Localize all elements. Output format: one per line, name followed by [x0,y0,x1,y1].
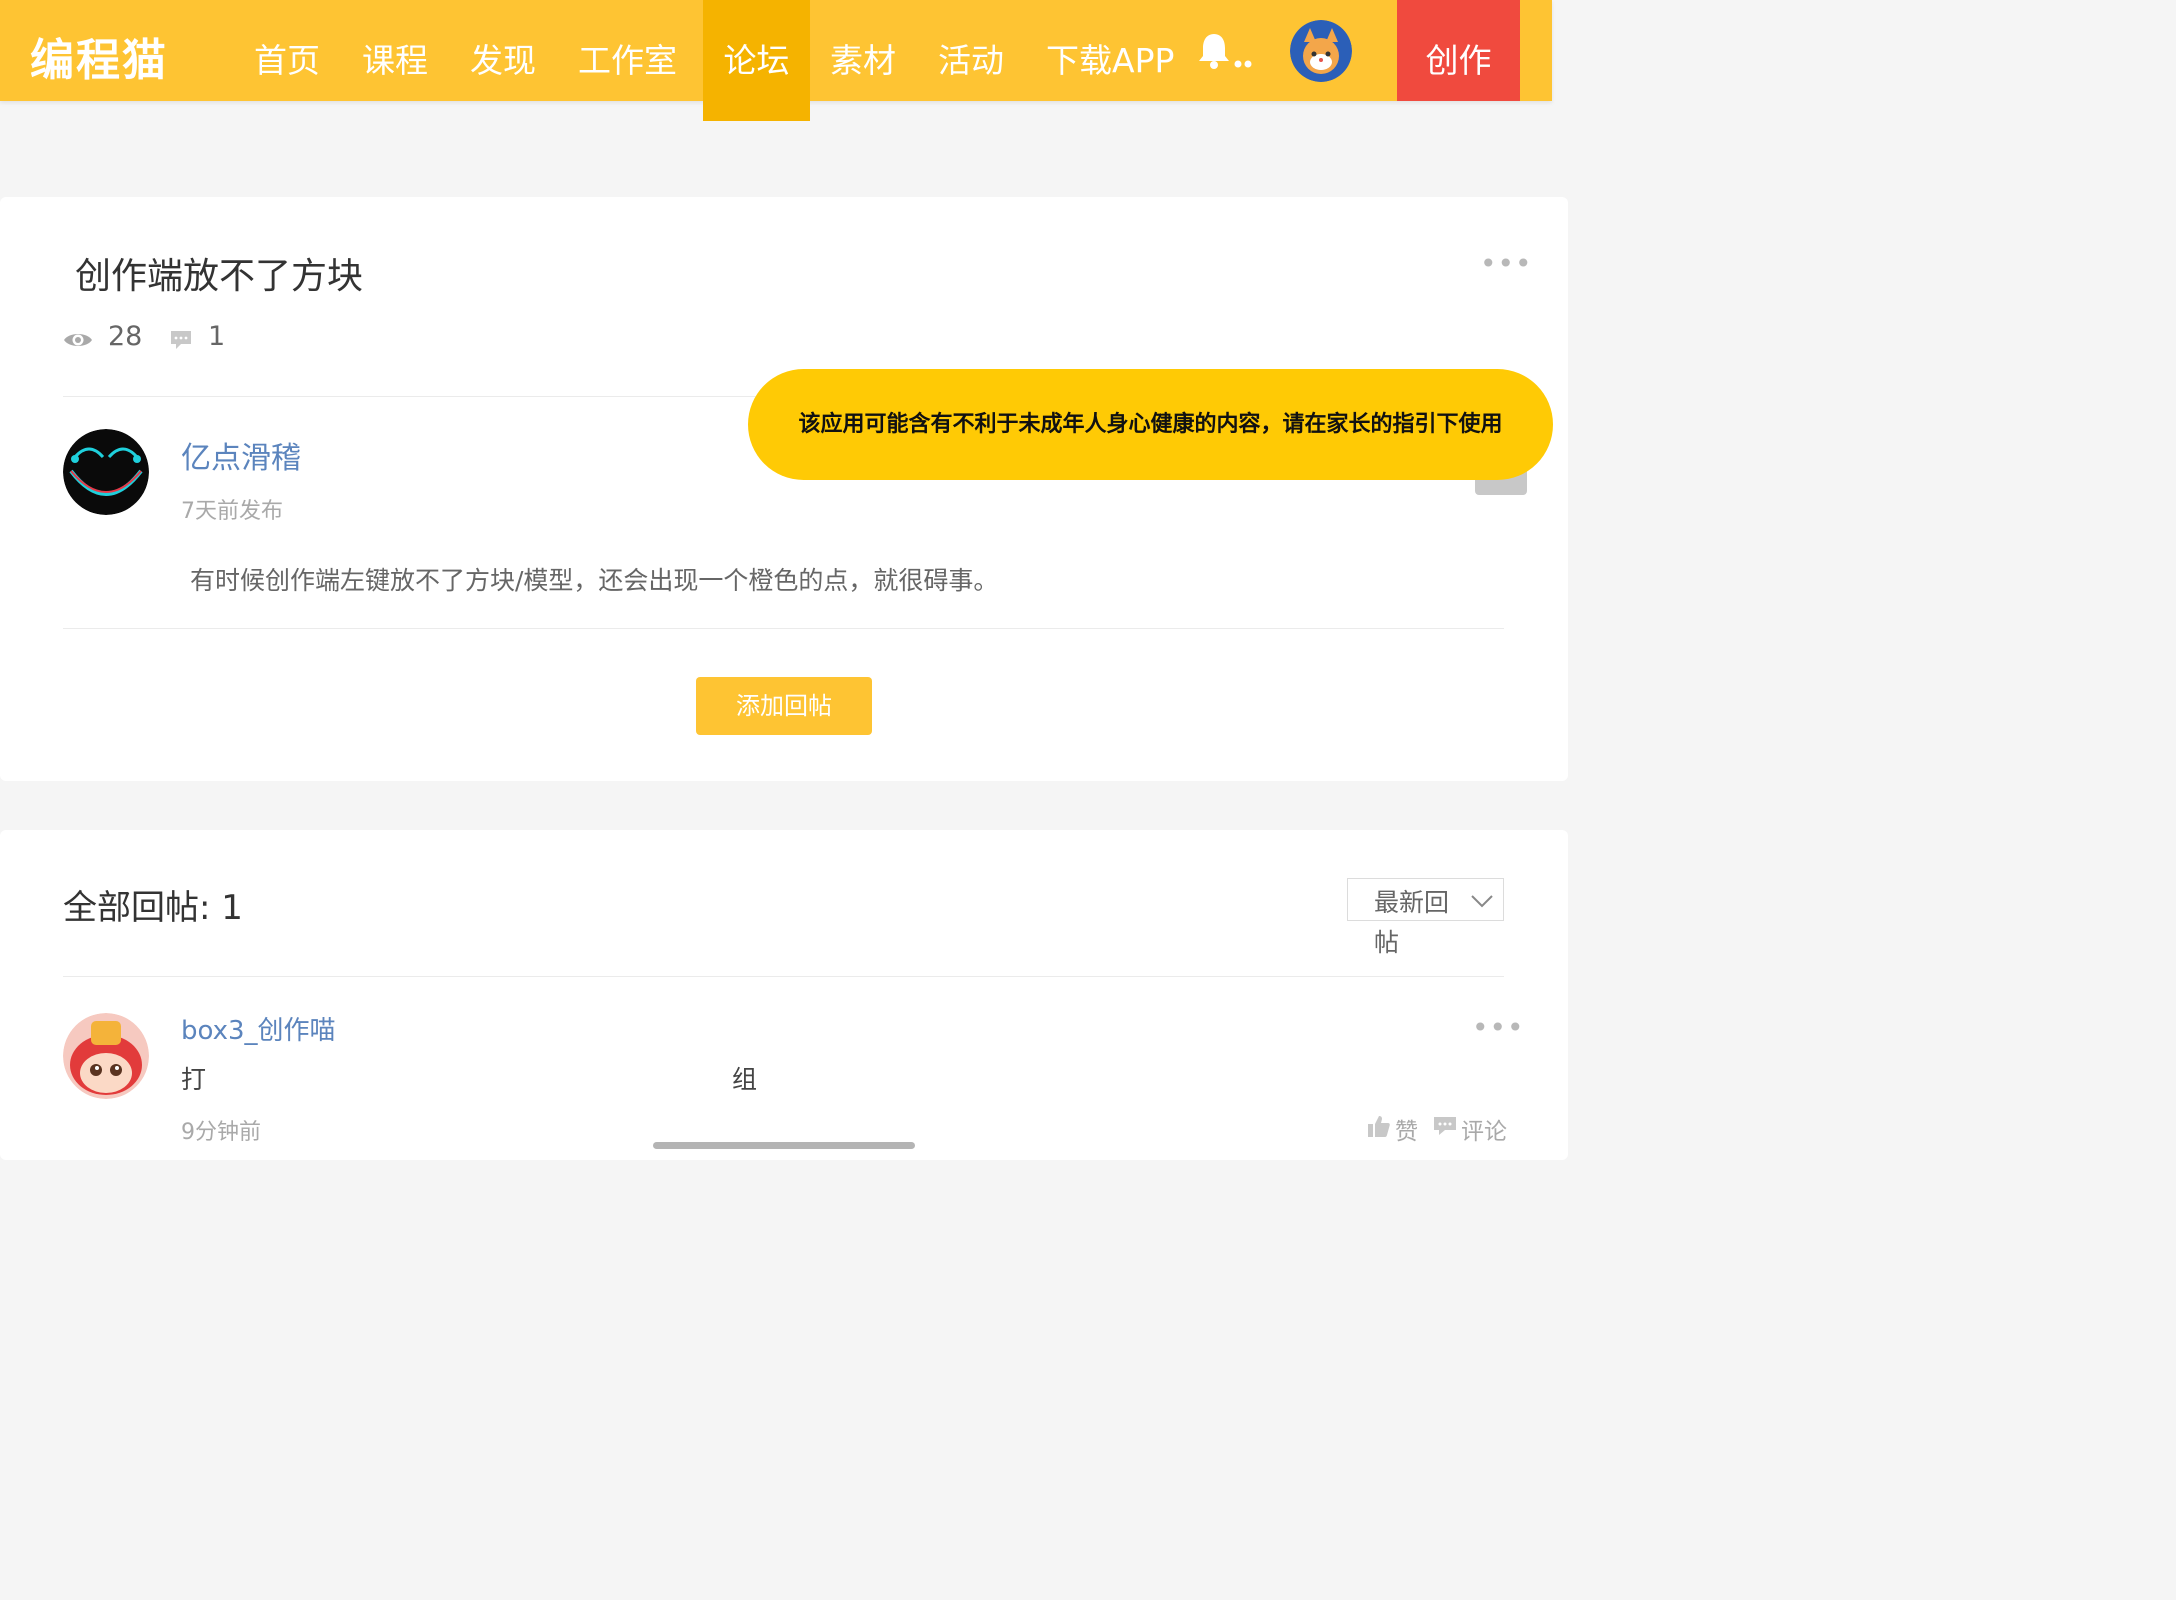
nav-item-discover[interactable]: 发现 [470,0,536,101]
reply-text-left: 打 [181,1065,207,1094]
post-title: 创作端放不了方块 [75,256,364,297]
sort-label: 最新回帖 [1374,888,1450,957]
like-button[interactable]: 赞 [1367,1112,1418,1146]
notification-bell-icon[interactable] [1198,30,1260,74]
nav-item-studio[interactable]: 工作室 [578,0,677,101]
post-time: 7天前发布 [181,499,283,524]
comment-count: 1 [208,321,226,352]
toast-text: 该应用可能含有不利于未成年人身心健康的内容，请在家长的指引下使用 [798,411,1503,437]
author-avatar[interactable] [63,429,149,515]
nav-item-home[interactable]: 首页 [254,0,320,101]
replies-title: 全部回帖: 1 [63,888,243,928]
view-count: 28 [108,321,143,352]
reply-more-icon[interactable]: ••• [1472,1011,1525,1044]
top-navbar: 编程猫 首页 课程 发现 工作室 论坛 素材 活动 下载APP 创作 [0,0,1552,121]
divider [63,628,1504,629]
comment-icon [1433,1115,1457,1143]
divider [63,976,1504,977]
add-reply-button[interactable]: 添加回帖 [696,677,872,735]
thumbs-up-icon [1367,1114,1391,1144]
reply-time: 9分钟前 [181,1120,261,1145]
comment-label: 评论 [1461,1119,1507,1145]
site-logo[interactable]: 编程猫 [30,24,168,88]
reply-author-name[interactable]: box3_创作喵 [181,1010,336,1047]
home-indicator[interactable] [653,1142,915,1149]
comment-button[interactable]: 评论 [1433,1112,1507,1146]
nav-item-courses[interactable]: 课程 [362,0,428,101]
nav-item-download-app[interactable]: 下载APP [1046,0,1174,101]
post-body: 有时候创作端左键放不了方块/模型，还会出现一个橙色的点，就很碍事。 [190,566,999,595]
age-warning-toast: 该应用可能含有不利于未成年人身心健康的内容，请在家长的指引下使用 [748,369,1553,480]
sort-select[interactable]: 最新回帖 [1347,878,1504,957]
chevron-down-icon [1470,893,1494,912]
nav-item-forum[interactable]: 论坛 [703,0,810,121]
nav-item-activities[interactable]: 活动 [938,0,1004,101]
like-label: 赞 [1395,1119,1418,1145]
create-button[interactable]: 创作 [1397,0,1520,101]
reply-text-right: 组 [732,1065,758,1094]
user-avatar[interactable] [1290,20,1352,82]
nav-item-materials[interactable]: 素材 [830,0,896,101]
view-count-icon [63,329,93,355]
reply-author-avatar[interactable] [63,1013,149,1099]
author-name[interactable]: 亿点滑稽 [181,433,301,477]
post-more-icon[interactable]: ••• [1480,247,1533,280]
replies-card: 全部回帖: 1 最新回帖 box3_创作喵 ••• 打 组 9分钟前 赞 评论 [0,830,1568,1160]
post-card: 创作端放不了方块 ••• 28 1 亿点滑稽 7天前发布 有时候创作端左键放不了… [0,197,1568,781]
comment-count-icon [170,329,192,355]
